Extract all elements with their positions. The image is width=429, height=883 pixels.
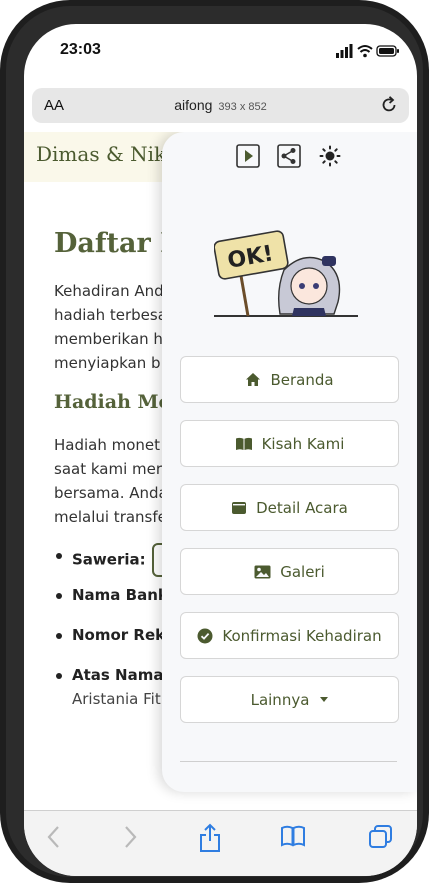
tabs-icon[interactable] bbox=[368, 823, 394, 849]
bookmarks-icon[interactable] bbox=[280, 823, 306, 849]
menu-detail-acara-button[interactable]: Detail Acara bbox=[180, 484, 399, 531]
status-time: 23:03 bbox=[60, 41, 101, 58]
menu-label: Lainnya bbox=[250, 690, 310, 709]
share-icon[interactable] bbox=[277, 144, 301, 168]
web-page: Dimas & Nike Daftar H Kehadiran And hadi… bbox=[24, 132, 417, 810]
list-label: Saweria: bbox=[72, 550, 146, 569]
battery-icon bbox=[376, 45, 399, 57]
menu-label: Detail Acara bbox=[256, 498, 348, 517]
menu-konfirmasi-kehadiran-button[interactable]: Konfirmasi Kehadiran bbox=[180, 612, 399, 659]
address-bar[interactable]: AA aifong 393 x 852 bbox=[32, 88, 409, 123]
device-frame: 23:03 AA aifong 393 x 852 Dimas & Nike D… bbox=[0, 0, 429, 883]
book-icon bbox=[235, 437, 252, 450]
sun-icon[interactable] bbox=[318, 144, 342, 168]
viewport-size: 393 x 852 bbox=[218, 101, 267, 113]
status-bar: 23:03 bbox=[24, 24, 417, 82]
reload-icon[interactable] bbox=[379, 95, 399, 115]
share-icon[interactable] bbox=[198, 823, 222, 853]
host-name: aifong bbox=[174, 97, 213, 113]
device-bezel: 23:03 AA aifong 393 x 852 Dimas & Nike D… bbox=[6, 6, 423, 877]
signal-icon bbox=[336, 44, 353, 58]
forward-icon[interactable] bbox=[122, 823, 138, 851]
menu-lainnya-button[interactable]: Lainnya bbox=[180, 676, 399, 723]
mascot-illustration: OK! bbox=[214, 230, 358, 317]
caret-down-icon bbox=[320, 697, 329, 702]
menu-label: Beranda bbox=[270, 370, 334, 389]
device-screen: 23:03 AA aifong 393 x 852 Dimas & Nike D… bbox=[24, 24, 417, 876]
list-label: Atas Nama: bbox=[72, 666, 170, 684]
menu-label: Konfirmasi Kehadiran bbox=[222, 626, 382, 645]
menu-top-icons bbox=[236, 144, 346, 168]
url-display[interactable]: aifong 393 x 852 bbox=[32, 97, 409, 113]
check-circle-icon bbox=[197, 628, 213, 643]
image-icon bbox=[254, 565, 271, 578]
play-icon[interactable] bbox=[236, 144, 260, 168]
menu-beranda-button[interactable]: Beranda bbox=[180, 356, 399, 403]
browser-toolbar bbox=[24, 810, 417, 876]
list-label: Nama Bank bbox=[72, 586, 168, 604]
house-icon bbox=[246, 373, 261, 386]
back-icon[interactable] bbox=[46, 823, 62, 851]
menu-label: Galeri bbox=[280, 562, 325, 581]
menu-kisah-kami-button[interactable]: Kisah Kami bbox=[180, 420, 399, 467]
wallet-icon bbox=[232, 502, 247, 514]
wifi-icon bbox=[357, 45, 373, 58]
side-menu: OK! Beranda Kisah Kami Detail Acara Gale… bbox=[162, 132, 417, 792]
status-icons bbox=[336, 44, 399, 58]
site-brand[interactable]: Dimas & Nike bbox=[36, 142, 178, 166]
menu-label: Kisah Kami bbox=[261, 434, 345, 453]
list-label: Nomor Rek bbox=[72, 626, 166, 644]
menu-divider bbox=[180, 761, 397, 762]
menu-galeri-button[interactable]: Galeri bbox=[180, 548, 399, 595]
